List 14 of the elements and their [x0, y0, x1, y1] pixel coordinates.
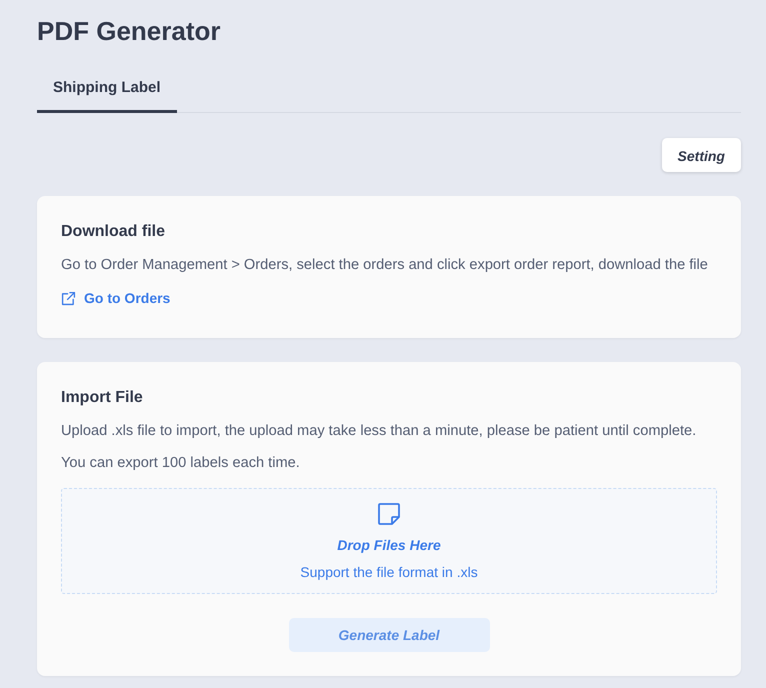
card-title: Download file	[61, 222, 166, 242]
note-text: You can export 100 labels each time.	[61, 454, 301, 472]
note-icon	[377, 502, 401, 526]
tab[interactable]: Shipping Label	[37, 65, 176, 113]
page-title: PDF Generator	[37, 15, 222, 47]
instruction-text: Go to Order Management > Orders, select the orders and click export order report, download the file	[61, 256, 709, 274]
card-title: Import File	[61, 388, 144, 408]
external-link-icon	[61, 291, 76, 306]
go-to-orders-link[interactable]: Go to Orders	[61, 288, 170, 309]
drop-files-title: Drop Files Here	[337, 536, 441, 554]
drop-zone[interactable]: Drop Files Here Support the file format in .xls	[61, 488, 717, 594]
file-format-hint: Support the file format in .xls	[300, 563, 478, 581]
setting-button[interactable]: Setting	[662, 138, 741, 172]
note-text: Upload .xls file to import, the upload may take less than a minute, please be patient until complete.	[61, 422, 698, 440]
